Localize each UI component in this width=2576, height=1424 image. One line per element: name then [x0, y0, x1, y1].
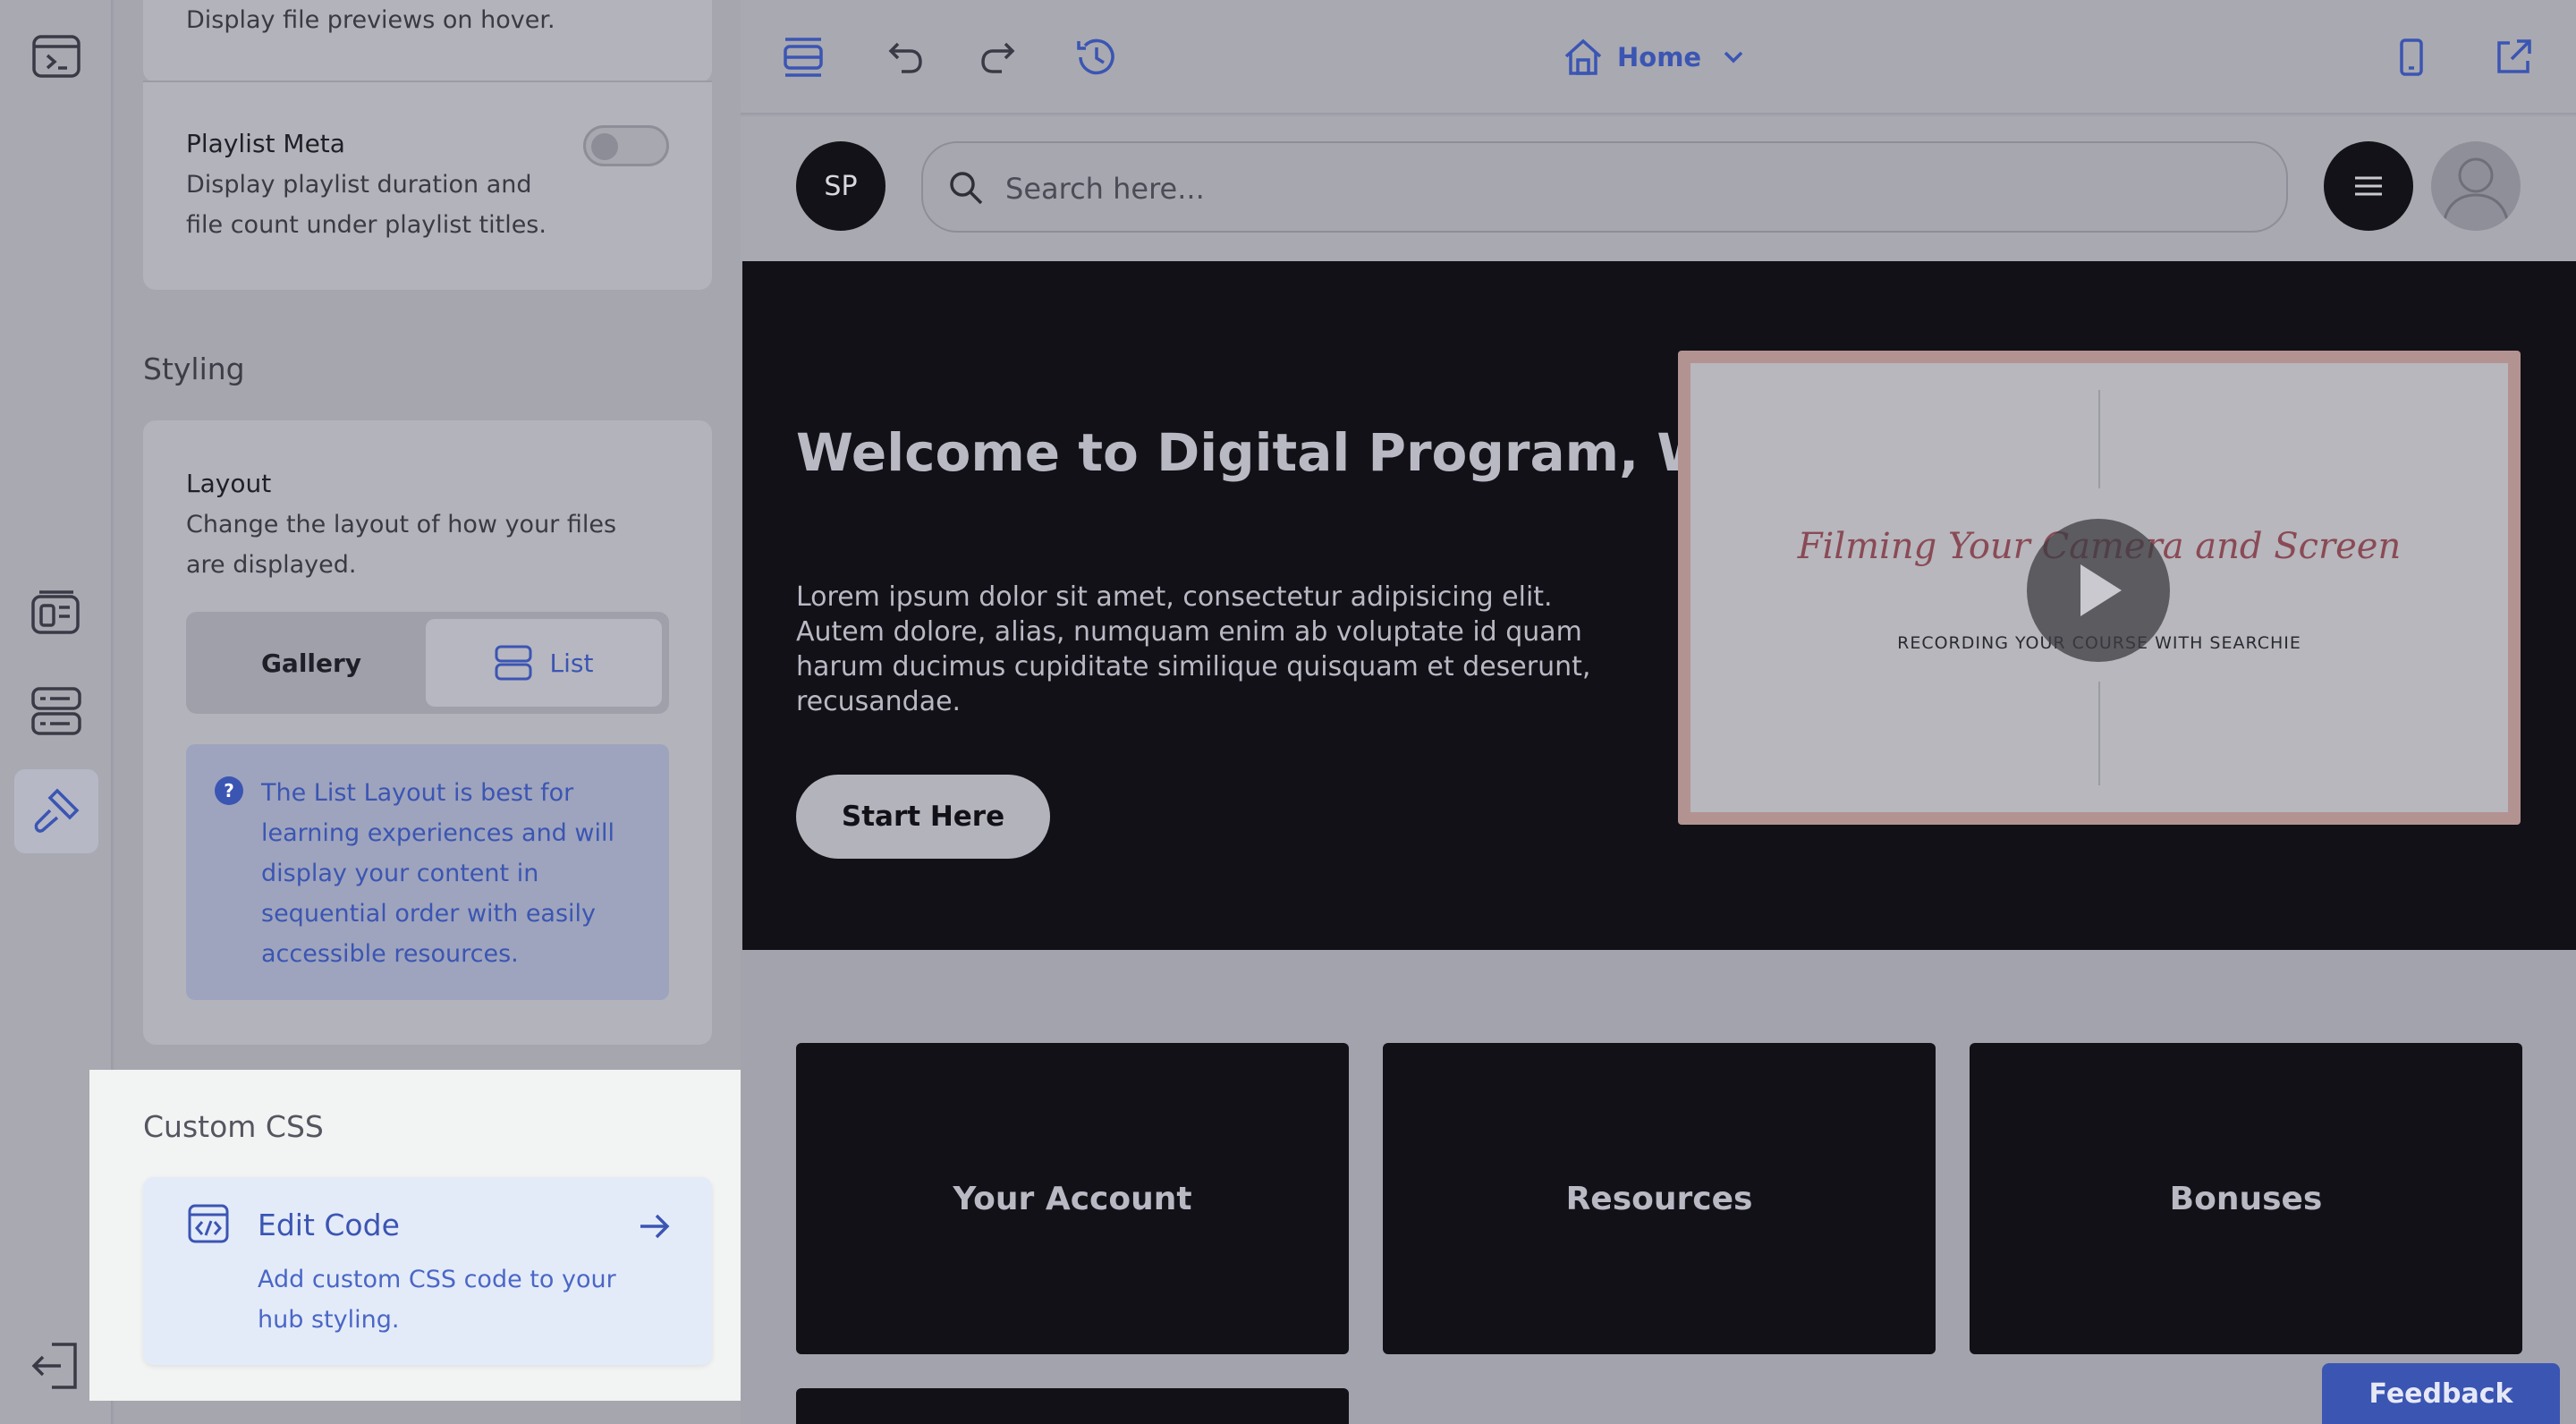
tile-label: Bonuses — [2169, 1180, 2323, 1217]
edit-code-desc: Add custom CSS code to your hub styling. — [258, 1266, 616, 1334]
search-icon — [950, 172, 983, 205]
avatar-initials: SP — [824, 170, 858, 202]
feedback-button[interactable]: Feedback — [2322, 1363, 2560, 1424]
home-icon — [1564, 38, 1602, 75]
playlist-meta-toggle[interactable] — [583, 125, 669, 166]
layout-desc: Change the layout of how your files are … — [186, 511, 617, 579]
tile-bonuses[interactable]: Bonuses — [1970, 1043, 2522, 1354]
mobile-icon[interactable] — [2386, 32, 2436, 82]
start-here-label: Start Here — [841, 801, 1005, 833]
layout-info-text: The List Layout is best for learning exp… — [261, 779, 614, 968]
hub-preview: Home SP Search here... Welcome to Digita… — [741, 0, 2576, 1424]
list-label: List — [549, 648, 594, 678]
list-settings-icon[interactable] — [14, 669, 98, 753]
code-file-icon — [188, 1204, 229, 1247]
custom-css-label: Custom CSS — [143, 1109, 324, 1144]
custom-css-section: Custom CSS Edit Code Add custom CSS code… — [89, 1070, 775, 1401]
tile-resources[interactable]: Resources — [1383, 1043, 1936, 1354]
layout-info-box: ? The List Layout is best for learning e… — [186, 744, 669, 1000]
tile-label: Resources — [1565, 1180, 1753, 1217]
hero-body: Lorem ipsum dolor sit amet, consectetur … — [796, 581, 1591, 717]
playlist-meta-title: Playlist Meta — [186, 129, 345, 158]
hub-logo-avatar[interactable]: SP — [796, 141, 886, 231]
gallery-option[interactable]: Gallery — [193, 619, 429, 707]
list-icon — [495, 645, 532, 681]
arrow-right-icon — [639, 1213, 671, 1243]
playlist-meta-desc: Display playlist duration and file count… — [186, 171, 547, 239]
tile-partial[interactable] — [796, 1388, 1349, 1424]
video-thumbnail: Filming Your Camera and Screen RECORDING… — [1690, 363, 2508, 812]
layout-segmented-control: Gallery List — [186, 612, 669, 714]
toggle-knob — [591, 133, 618, 160]
layout-title: Layout — [186, 469, 272, 498]
hub-header: SP Search here... — [741, 116, 2576, 261]
list-option[interactable]: List — [426, 619, 662, 707]
layout-icon[interactable] — [14, 571, 98, 655]
paintbrush-icon[interactable] — [14, 769, 98, 853]
page-selector-label: Home — [1617, 42, 1702, 72]
hero-section: Welcome to Digital Program, Will Lorem i… — [742, 261, 2576, 950]
divider — [2098, 390, 2100, 488]
exit-icon[interactable] — [14, 1324, 98, 1408]
user-avatar-icon[interactable] — [2431, 141, 2521, 231]
file-previews-desc: Display file previews on hover. — [186, 6, 555, 34]
edit-code-card[interactable]: Edit Code Add custom CSS code to your hu… — [143, 1177, 712, 1365]
gallery-label: Gallery — [260, 648, 362, 678]
feedback-label: Feedback — [2368, 1377, 2513, 1410]
preview-icon[interactable] — [14, 14, 98, 98]
play-icon[interactable] — [2027, 519, 2170, 662]
hero-title: Welcome to Digital Program, Will — [796, 422, 1767, 483]
tile-label: Your Account — [953, 1180, 1192, 1217]
redo-icon[interactable] — [973, 32, 1023, 82]
search-placeholder: Search here... — [1005, 172, 1205, 206]
start-here-button[interactable]: Start Here — [796, 775, 1050, 859]
external-link-icon[interactable] — [2488, 32, 2538, 82]
question-icon: ? — [215, 776, 243, 805]
chevron-down-icon — [1724, 51, 1743, 64]
page-selector[interactable]: Home — [1563, 30, 1744, 84]
history-icon[interactable] — [1072, 32, 1122, 82]
editor-toolbar: Home — [741, 0, 2576, 114]
sections-icon[interactable] — [778, 32, 828, 82]
styling-label: Styling — [143, 352, 245, 386]
playlist-meta-card: Playlist Meta Display playlist duration … — [143, 82, 712, 290]
divider — [2098, 682, 2100, 785]
file-previews-card: Display file previews on hover. — [143, 0, 712, 82]
menu-icon[interactable] — [2324, 141, 2413, 231]
hero-video[interactable]: Filming Your Camera and Screen RECORDING… — [1678, 351, 2521, 825]
search-input[interactable]: Search here... — [921, 141, 2288, 233]
undo-icon[interactable] — [880, 32, 930, 82]
edit-code-title: Edit Code — [258, 1208, 400, 1242]
tile-your-account[interactable]: Your Account — [796, 1043, 1349, 1354]
